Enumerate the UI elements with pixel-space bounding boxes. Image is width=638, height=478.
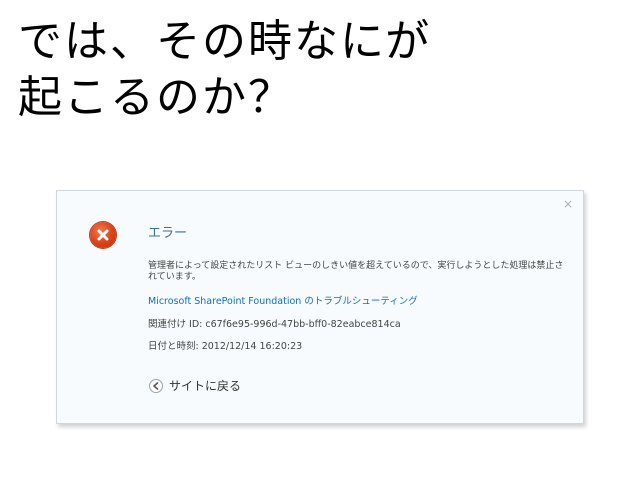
slide-title-line-1: では、その時なにが — [18, 16, 432, 67]
slide-title: では、その時なにが 起こるのか？ — [18, 14, 618, 126]
back-to-site-label: サイトに戻る — [169, 379, 242, 393]
error-datetime: 日付と時刻: 2012/12/14 16:20:23 — [148, 341, 303, 352]
slide-title-line-2: 起こるのか？ — [18, 72, 294, 123]
back-arrow-icon — [149, 378, 163, 393]
troubleshooting-link[interactable]: Microsoft SharePoint Foundation のトラブルシュー… — [148, 293, 418, 307]
slide: では、その時なにが 起こるのか？ × エラー 管理者によって設定されたリスト ビ… — [0, 0, 638, 478]
error-dialog: × エラー 管理者によって設定されたリスト ビューのしきい値を超えているので、実… — [56, 190, 584, 424]
correlation-id: 関連付け ID: c67f6e95-996d-47bb-bff0-82eabce… — [148, 319, 401, 330]
back-to-site-button[interactable]: サイトに戻る — [149, 377, 241, 394]
error-icon — [90, 222, 116, 248]
error-message: 管理者によって設定されたリスト ビューのしきい値を超えているので、実行しようとし… — [148, 261, 564, 282]
error-title: エラー — [148, 226, 188, 241]
close-icon[interactable]: × — [563, 197, 573, 211]
